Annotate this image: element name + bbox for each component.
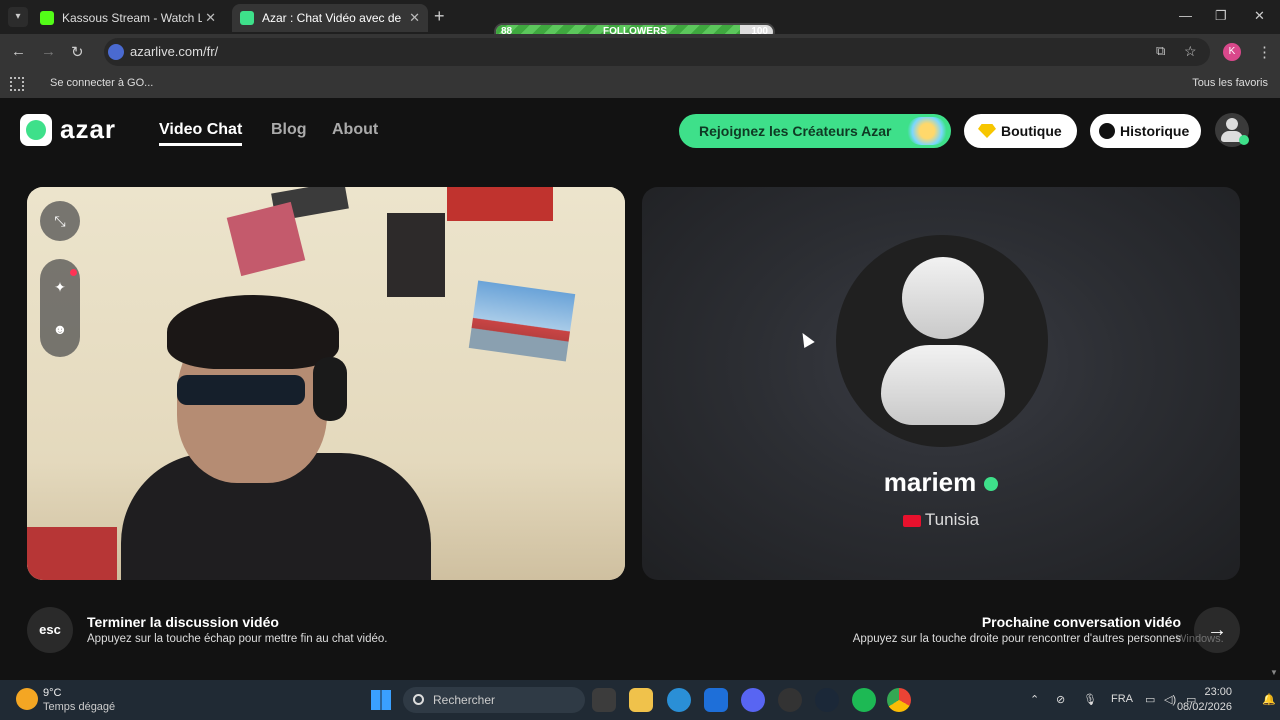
verified-badge-icon	[984, 477, 999, 492]
site-info-icon[interactable]	[108, 44, 124, 60]
tab-title: Kassous Stream - Watch Live on	[62, 11, 202, 25]
network-off-icon[interactable]: ⊘	[1056, 693, 1065, 706]
tab-search-button[interactable]: ▾	[8, 7, 28, 27]
task-view-icon[interactable]	[592, 688, 616, 712]
all-bookmarks-folder[interactable]: Tous les favoris	[1192, 77, 1268, 89]
nav-video-chat[interactable]: Video Chat	[159, 121, 243, 146]
kick-favicon-icon	[40, 11, 54, 25]
apps-grid-icon[interactable]	[10, 77, 24, 91]
end-chat-subtitle: Appuyez sur la touche échap pour mettre …	[87, 633, 388, 645]
install-app-icon[interactable]: ⧉	[1156, 43, 1165, 59]
minimize-video-icon[interactable]: ⤡	[50, 211, 70, 231]
discord-icon[interactable]	[741, 688, 765, 712]
weather-moon-icon[interactable]	[16, 688, 38, 710]
remote-user-name: mariem	[883, 467, 977, 497]
obs-icon[interactable]	[778, 688, 802, 712]
remote-user-country: Tunisia	[924, 510, 980, 529]
local-video-feed: ⤡ ✦ ☻	[27, 187, 625, 580]
end-chat-button[interactable]: esc	[27, 607, 73, 653]
azar-logo-icon[interactable]	[20, 114, 52, 146]
microphone-icon[interactable]: 🎙	[1083, 693, 1097, 706]
browser-tab-strip: ▾ Kassous Stream - Watch Live on ✕ Azar …	[0, 0, 1280, 41]
creators-illustration-icon	[907, 117, 947, 145]
close-tab-icon[interactable]: ✕	[205, 4, 216, 32]
taskbar-search[interactable]: Rechercher	[403, 687, 585, 713]
bookmark-google-login[interactable]: Se connecter à GO...	[50, 77, 153, 89]
profile-avatar[interactable]: K	[1223, 43, 1241, 61]
join-creators-button[interactable]: Rejoignez les Créateurs Azar	[679, 114, 951, 148]
wall-photo	[387, 213, 445, 297]
activate-windows-watermark: Windows.	[1176, 633, 1224, 645]
user-avatar[interactable]	[1215, 113, 1249, 147]
history-button[interactable]: Historique	[1090, 114, 1201, 148]
effects-control-group: ✦ ☻	[40, 259, 80, 357]
next-chat-title: Prochaine conversation vidéo	[981, 614, 1181, 630]
sticker-face-icon[interactable]: ☻	[50, 319, 70, 339]
notification-dot	[70, 269, 77, 276]
tab-title: Azar : Chat Vidéo avec de n	[262, 11, 402, 25]
menu-icon[interactable]: ⋮	[1257, 43, 1272, 61]
search-placeholder: Rechercher	[433, 693, 496, 707]
volume-icon[interactable]: ◁)	[1164, 693, 1176, 706]
gem-icon	[978, 124, 996, 138]
remote-user-country-row: Tunisia	[642, 510, 1240, 530]
windows-start-icon[interactable]	[371, 690, 391, 710]
magic-wand-icon[interactable]: ✦	[50, 277, 70, 297]
minimize-video-control: ⤡	[40, 201, 80, 241]
tab-azar[interactable]: Azar : Chat Vidéo avec de n ✕	[232, 4, 428, 32]
show-hidden-icons-icon[interactable]: ⌃	[1030, 693, 1039, 706]
minimize-button[interactable]: —	[1179, 8, 1192, 23]
chrome-icon[interactable]	[887, 688, 911, 712]
bookmarks-bar: Se connecter à GO... Tous les favoris	[0, 70, 1280, 98]
file-explorer-icon[interactable]	[629, 688, 653, 712]
search-icon	[413, 694, 424, 705]
clock-icon	[1099, 123, 1115, 139]
new-tab-button[interactable]: +	[434, 6, 445, 27]
windows-taskbar: 9°C Temps dégagé Rechercher ⌃ ⊘ 🎙 FRA ▭ …	[0, 680, 1280, 720]
history-label: Historique	[1120, 123, 1190, 139]
next-chat-button[interactable]: →	[1194, 607, 1240, 653]
azar-favicon-icon	[240, 11, 254, 25]
reload-icon[interactable]: ↻	[71, 43, 84, 61]
shop-label: Boutique	[1001, 123, 1062, 139]
join-creators-label: Rejoignez les Créateurs Azar	[699, 123, 892, 139]
tab-kassous[interactable]: Kassous Stream - Watch Live on ✕	[32, 4, 224, 32]
weather-description[interactable]: Temps dégagé	[43, 701, 115, 713]
address-bar[interactable]: azarlive.com/fr/	[104, 38, 1210, 66]
clock-date[interactable]: 08/02/2026	[1177, 701, 1232, 713]
browser-toolbar: ← → ↻ azarlive.com/fr/ ⧉ ☆ K ⋮	[0, 34, 1280, 70]
steam-icon[interactable]	[815, 688, 839, 712]
notifications-icon[interactable]: 🔔	[1262, 693, 1276, 706]
logo-text[interactable]: azar	[60, 114, 116, 145]
weather-temperature[interactable]: 9°C	[43, 687, 61, 699]
back-icon[interactable]: ←	[11, 43, 26, 60]
wall-photo-car	[468, 280, 576, 362]
bookmark-star-icon[interactable]: ☆	[1184, 43, 1197, 60]
nav-blog[interactable]: Blog	[271, 121, 307, 139]
remote-user-name-row: mariem	[642, 467, 1240, 498]
shop-button[interactable]: Boutique	[964, 114, 1077, 148]
remote-video-panel: mariem Tunisia	[642, 187, 1240, 580]
close-tab-icon[interactable]: ✕	[409, 4, 420, 32]
scroll-down-icon[interactable]: ▼	[1270, 668, 1278, 677]
remote-user-avatar	[836, 235, 1048, 447]
end-chat-title: Terminer la discussion vidéo	[87, 614, 279, 630]
next-chat-subtitle: Appuyez sur la touche droite pour rencon…	[852, 633, 1181, 645]
url-text: azarlive.com/fr/	[130, 44, 219, 59]
language-indicator[interactable]: FRA	[1111, 693, 1133, 705]
edge-icon[interactable]	[667, 688, 691, 712]
close-window-button[interactable]: ✕	[1254, 8, 1265, 24]
nav-about[interactable]: About	[332, 121, 378, 139]
clock-time[interactable]: 23:00	[1204, 686, 1232, 698]
store-icon[interactable]	[704, 688, 728, 712]
tunisia-flag-icon	[902, 514, 921, 527]
online-badge-icon	[1239, 135, 1249, 145]
maximize-button[interactable]: ❐	[1215, 8, 1227, 24]
spotify-icon[interactable]	[852, 688, 876, 712]
display-icon[interactable]: ▭	[1145, 693, 1155, 706]
azar-page: azar Video Chat Blog About Rejoignez les…	[0, 98, 1280, 680]
forward-icon[interactable]: →	[41, 43, 56, 60]
